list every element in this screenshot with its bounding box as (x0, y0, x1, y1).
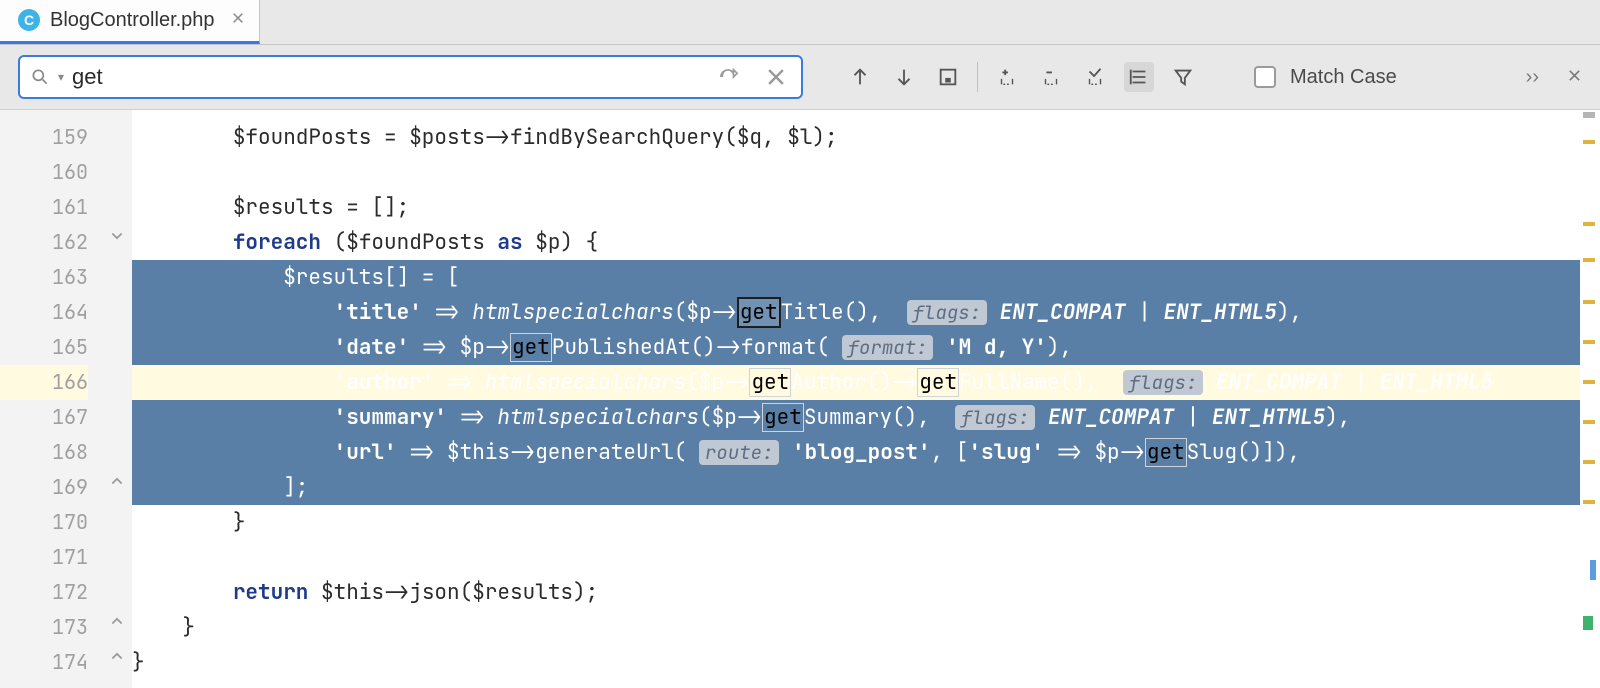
clear-search-icon[interactable] (761, 62, 791, 92)
code-line: } (132, 505, 1580, 540)
line-number: 166 (0, 365, 88, 400)
line-number: 164 (0, 295, 88, 330)
code-line: } (132, 610, 1580, 645)
remove-selection-button[interactable] (1036, 62, 1066, 92)
line-number: 168 (0, 435, 88, 470)
line-number: 162 (0, 225, 88, 260)
fold-icon[interactable] (110, 613, 126, 629)
search-dropdown-icon[interactable]: ▾ (58, 70, 64, 84)
line-number: 163 (0, 260, 88, 295)
code-line: 'date' => $p->getPublishedAt()->format( … (132, 330, 1580, 365)
code-line (132, 155, 1580, 190)
line-number-gutter: 159 160 161 162 163 164 165 166 167 168 … (0, 110, 110, 688)
line-number (0, 110, 88, 120)
code-line: $results[] = [ (132, 260, 1580, 295)
line-number: 165 (0, 330, 88, 365)
code-line: $results = []; (132, 190, 1580, 225)
file-type-icon: C (18, 9, 40, 31)
fold-icon[interactable] (110, 473, 126, 489)
search-match: get (1145, 438, 1187, 467)
toggle-find-in-selection-button[interactable] (1124, 62, 1154, 92)
search-icon (30, 67, 50, 87)
find-toolbar: ▾ Match Case ›› (0, 45, 1600, 110)
code-line: } (132, 645, 1580, 680)
file-tab[interactable]: C BlogController.php (0, 0, 260, 44)
match-case-label: Match Case (1290, 66, 1397, 89)
fold-gutter (110, 110, 132, 688)
line-number: 174 (0, 645, 88, 680)
line-number: 160 (0, 155, 88, 190)
code-text-area[interactable]: $foundPosts = $posts->findBySearchQuery(… (132, 110, 1580, 688)
more-options-button[interactable]: ›› (1526, 66, 1539, 89)
editor: 159 160 161 162 163 164 165 166 167 168 … (0, 110, 1600, 688)
filter-button[interactable] (1168, 62, 1198, 92)
code-line: $foundPosts = $posts->findBySearchQuery(… (132, 120, 1580, 155)
line-number: 159 (0, 120, 88, 155)
line-number: 170 (0, 505, 88, 540)
search-match: get (749, 368, 791, 397)
search-input[interactable] (72, 64, 705, 90)
fold-icon[interactable] (110, 230, 126, 246)
next-match-button[interactable] (889, 62, 919, 92)
add-selection-button[interactable] (992, 62, 1022, 92)
line-number: 172 (0, 575, 88, 610)
line-number: 167 (0, 400, 88, 435)
select-all-button[interactable] (933, 62, 963, 92)
code-line: 'title' => htmlspecialchars($p->getTitle… (132, 295, 1580, 330)
code-line: foreach ($foundPosts as $p) { (132, 225, 1580, 260)
search-match: get (762, 403, 804, 432)
code-line: ]; (132, 470, 1580, 505)
line-number: 171 (0, 540, 88, 575)
line-number: 161 (0, 190, 88, 225)
file-tab-label: BlogController.php (50, 9, 215, 32)
code-line: 'author' => htmlspecialchars($p->getAuth… (132, 365, 1580, 400)
prev-match-button[interactable] (845, 62, 875, 92)
toolbar-divider (977, 62, 978, 92)
line-number: 173 (0, 610, 88, 645)
code-line: 'url' => $this->generateUrl( route: 'blo… (132, 435, 1580, 470)
match-case-checkbox[interactable] (1254, 66, 1276, 88)
close-tab-icon[interactable] (231, 11, 245, 30)
select-all-occurrences-button[interactable] (1080, 62, 1110, 92)
line-number: 169 (0, 470, 88, 505)
tab-bar: C BlogController.php (0, 0, 1600, 45)
search-match-current: get (737, 297, 781, 328)
code-line (132, 540, 1580, 575)
search-match: get (917, 368, 959, 397)
search-match: get (510, 333, 552, 362)
newline-icon[interactable] (713, 62, 743, 92)
fold-icon[interactable] (110, 648, 126, 664)
code-line: 'summary' => htmlspecialchars($p->getSum… (132, 400, 1580, 435)
close-find-bar-button[interactable] (1567, 67, 1582, 88)
error-stripe[interactable] (1580, 110, 1600, 688)
code-line: return $this->json($results); (132, 575, 1580, 610)
search-field-wrap[interactable]: ▾ (18, 55, 803, 99)
